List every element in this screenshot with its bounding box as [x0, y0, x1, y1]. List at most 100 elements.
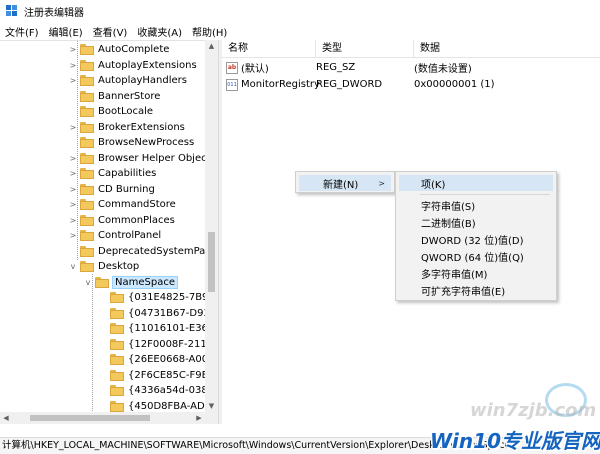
submenu-item-expandstring[interactable]: 可扩充字符串值(E) [399, 282, 553, 298]
submenu-item-dword[interactable]: DWORD (32 位)值(D) [399, 231, 553, 247]
menu-item-label: 字符串值(S) [421, 201, 476, 213]
submenu-item-string[interactable]: 字符串值(S) [399, 197, 553, 213]
folder-icon [110, 323, 124, 335]
menu-bar: 文件(F) 编辑(E) 查看(V) 收藏夹(A) 帮助(H) [0, 22, 600, 40]
registry-tree[interactable]: > AutoComplete > AutoplayExtensions > Autopla… [0, 40, 218, 424]
window-title: 注册表编辑器 [24, 7, 84, 19]
folder-icon [110, 338, 124, 350]
tree-item[interactable]: > CD Burning [68, 182, 155, 198]
tree-item[interactable]: > AutoplayExtensions [68, 58, 197, 74]
submenu-item-binary[interactable]: 二进制值(B) [399, 214, 553, 230]
value-data: (数值未设置) [414, 64, 472, 75]
value-name: (默认) [241, 64, 269, 75]
tree-item-label: NameSpace [112, 275, 178, 289]
tree-item[interactable]: v NameSpace [83, 275, 178, 291]
tree-vertical-scrollbar[interactable]: ▲ ▼ [205, 40, 218, 412]
menu-help[interactable]: 帮助(H) [187, 24, 232, 39]
folder-icon [80, 230, 94, 242]
menu-item-label: QWORD (64 位)值(Q) [421, 252, 524, 264]
chevron-right-icon[interactable]: > [68, 123, 78, 132]
column-header-name[interactable]: 名称 [222, 39, 316, 58]
tree-item[interactable]: > CommonPlaces [68, 213, 175, 229]
regedit-app-icon [6, 5, 18, 17]
value-type: REG_SZ [316, 62, 356, 73]
chevron-right-icon[interactable]: > [68, 169, 78, 178]
tree-item[interactable]: > AutoplayHandlers [68, 73, 187, 89]
folder-icon [110, 354, 124, 366]
chevron-right-icon[interactable]: > [68, 185, 78, 194]
chevron-down-icon[interactable]: v [68, 262, 78, 271]
tree-item[interactable]: > CommandStore [68, 197, 176, 213]
value-type: REG_DWORD [316, 79, 383, 90]
tree-item-label: CD Burning [98, 183, 155, 195]
menu-item-label: 新建(N) [323, 179, 359, 191]
submenu-item-qword[interactable]: QWORD (64 位)值(Q) [399, 248, 553, 264]
folder-icon [80, 90, 94, 102]
tree-item[interactable]: {26EE0668-A00A [98, 352, 215, 368]
scroll-up-icon[interactable]: ▲ [205, 40, 218, 52]
column-header-data[interactable]: 数据 [414, 40, 600, 58]
tree-item[interactable]: {031E4825-7B94- [98, 290, 218, 306]
new-submenu: 项(K) 字符串值(S) 二进制值(B) DWORD (32 位)值(D) QW… [395, 171, 557, 301]
menu-file[interactable]: 文件(F) [0, 24, 44, 39]
tree-item[interactable]: BootLocale [68, 104, 153, 120]
values-header: 名称 类型 数据 [222, 39, 600, 58]
tree-item[interactable]: {11016101-E366- [98, 321, 218, 337]
chevron-right-icon[interactable]: > [68, 61, 78, 70]
menu-edit[interactable]: 编辑(E) [44, 24, 88, 39]
chevron-right-icon[interactable]: > [68, 154, 78, 163]
folder-icon [80, 137, 94, 149]
tree-item[interactable]: {4336a54d-038b [98, 383, 214, 399]
scrollbar-thumb[interactable] [30, 415, 150, 421]
watermark-site: win7zjb.com [470, 400, 597, 421]
folder-icon [80, 199, 94, 211]
tree-item-label: BrowseNewProcess [98, 137, 195, 149]
folder-icon [110, 307, 124, 319]
tree-item-label: AutoplayExtensions [98, 59, 197, 71]
chevron-right-icon[interactable]: > [68, 216, 78, 225]
chevron-right-icon[interactable]: > [68, 76, 78, 85]
tree-item-label: AutoplayHandlers [98, 75, 187, 87]
tree-item[interactable]: > Browser Helper Object [68, 151, 211, 167]
submenu-item-multistring[interactable]: 多字符串值(M) [399, 265, 553, 281]
menu-item-label: 项(K) [421, 179, 446, 191]
tree-item-label: AutoComplete [98, 44, 170, 56]
tree-horizontal-scrollbar[interactable]: ◀ ▶ [0, 412, 218, 424]
tree-item-label: BrokerExtensions [98, 121, 185, 133]
tree-item-label: Capabilities [98, 168, 157, 180]
value-row[interactable]: ab (默认) REG_SZ (数值未设置) [222, 59, 594, 76]
scroll-down-icon[interactable]: ▼ [205, 400, 218, 412]
tree-item[interactable]: > BrokerExtensions [68, 120, 185, 136]
tree-item[interactable]: > Capabilities [68, 166, 156, 182]
menu-favorites[interactable]: 收藏夹(A) [132, 24, 187, 39]
tree-item[interactable]: BrowseNewProcess [68, 135, 194, 151]
chevron-right-icon[interactable]: > [68, 45, 78, 54]
tree-item[interactable]: {2F6CE85C-F9EE- [98, 368, 218, 384]
menu-view[interactable]: 查看(V) [88, 24, 133, 39]
tree-guide-line [92, 273, 93, 424]
tree-item[interactable]: > AutoComplete [68, 42, 169, 58]
column-header-type[interactable]: 类型 [316, 39, 414, 58]
menu-item-new[interactable]: 新建(N) > [299, 175, 391, 191]
tree-item[interactable]: {12F0008F-2113- [98, 337, 217, 353]
tree-item[interactable]: DeprecatedSystemPack [68, 244, 217, 260]
tree-item-label: CommonPlaces [98, 214, 175, 226]
menu-item-label: DWORD (32 位)值(D) [421, 235, 524, 247]
scroll-left-icon[interactable]: ◀ [0, 412, 12, 424]
value-row[interactable]: 011 MonitorRegistry REG_DWORD 0x00000001… [222, 76, 594, 93]
tree-item-label: {4336a54d-038b [128, 385, 215, 397]
tree-item[interactable]: v Desktop [68, 259, 139, 275]
scroll-right-icon[interactable]: ▶ [193, 412, 205, 424]
scrollbar-thumb[interactable] [208, 232, 215, 292]
submenu-item-key[interactable]: 项(K) [399, 175, 553, 191]
folder-icon [80, 59, 94, 71]
chevron-right-icon[interactable]: > [68, 200, 78, 209]
context-menu: 新建(N) > [295, 171, 395, 193]
chevron-right-icon[interactable]: > [68, 231, 78, 240]
chevron-down-icon[interactable]: v [83, 278, 93, 287]
tree-item[interactable]: {04731B67-D933 [98, 306, 216, 322]
tree-item[interactable]: BannerStore [68, 89, 160, 105]
tree-item[interactable]: > ControlPanel [68, 228, 161, 244]
string-value-icon: ab [226, 61, 238, 74]
folder-icon [80, 44, 94, 56]
